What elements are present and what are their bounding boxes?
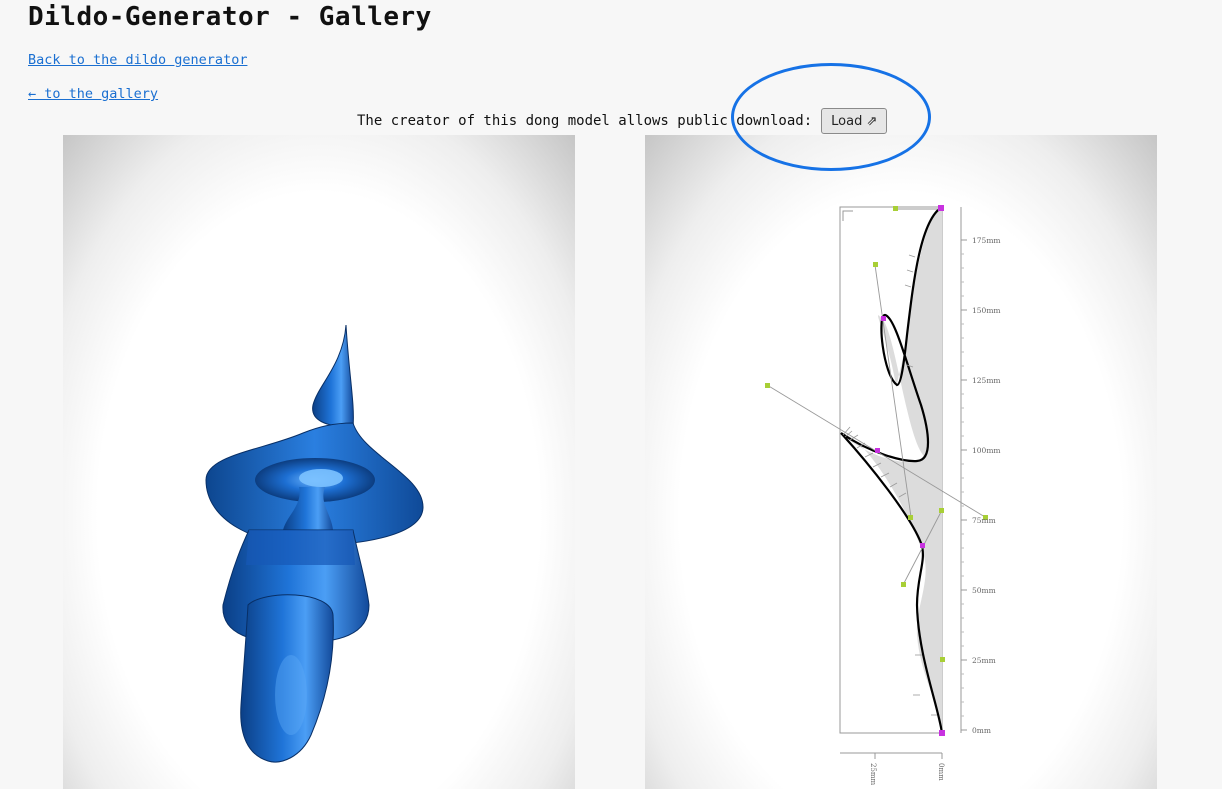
load-button[interactable]: Load ⇗: [821, 108, 888, 134]
y-tick-label: 125mm: [972, 376, 1001, 385]
y-axis-ticks: 175mm 150mm 125mm 100mm 75mm 50mm 25mm 0mm: [961, 236, 1001, 735]
model-render: [205, 324, 424, 763]
y-tick-label: 75mm: [972, 516, 996, 525]
x-tick-label: 0mm: [937, 763, 945, 781]
back-to-gallery-link[interactable]: ← to the gallery: [28, 86, 158, 102]
model-3d-viewer[interactable]: [63, 135, 575, 789]
x-tick-label: 25mm: [869, 763, 877, 786]
download-permission-text: The creator of this dong model allows pu…: [357, 113, 813, 129]
back-to-generator-link[interactable]: Back to the dildo generator: [28, 52, 247, 68]
y-tick-label: 175mm: [972, 236, 1001, 245]
y-tick-label: 150mm: [972, 306, 1001, 315]
profile-curve-chart[interactable]: 175mm 150mm 125mm 100mm 75mm 50mm 25mm 0mm 25mm…: [645, 135, 1157, 789]
download-row: The creator of this dong model allows pu…: [357, 108, 888, 134]
y-tick-label: 100mm: [972, 446, 1001, 455]
y-tick-label: 50mm: [972, 586, 996, 595]
profile-curve-editor[interactable]: 175mm 150mm 125mm 100mm 75mm 50mm 25mm 0mm 25mm…: [645, 135, 1157, 789]
y-tick-label: 25mm: [972, 656, 996, 665]
profile-fill: [840, 207, 942, 733]
page-title: Dildo-Generator - Gallery: [28, 2, 432, 32]
y-tick-label: 0mm: [972, 726, 991, 735]
